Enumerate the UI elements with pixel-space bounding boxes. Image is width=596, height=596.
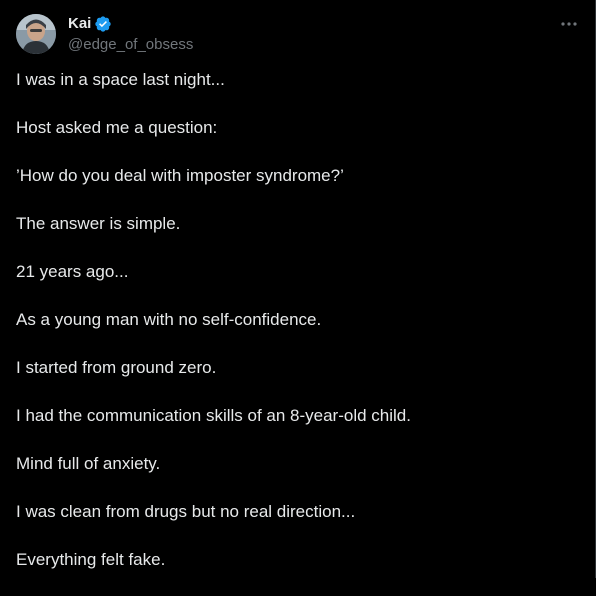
tweet-line: Mind full of anxiety.: [16, 454, 161, 473]
tweet-line: ’How do you deal with imposter syndrome?…: [16, 166, 344, 185]
tweet-line: The answer is simple.: [16, 214, 181, 233]
author-names: Kai @edge_of_obsess: [68, 14, 193, 55]
more-horizontal-icon: [561, 22, 577, 26]
avatar-image: [16, 14, 56, 54]
tweet-line: I was in a space last night...: [16, 70, 225, 89]
tweet-line: I was clean from drugs but no real direc…: [16, 502, 356, 521]
name-row: Kai: [68, 14, 193, 34]
author-display-name[interactable]: Kai: [68, 14, 91, 34]
tweet-line: I had the communication skills of an 8-y…: [16, 406, 411, 425]
tweet-line: 21 years ago...: [16, 262, 129, 281]
more-options-button[interactable]: [557, 14, 581, 34]
author-handle[interactable]: @edge_of_obsess: [68, 35, 193, 55]
tweet-line: Host asked me a question:: [16, 118, 218, 137]
avatar[interactable]: [16, 14, 56, 54]
verified-badge-icon: [94, 15, 112, 33]
tweet-card: Kai @edge_of_obsess I was in a space las…: [0, 0, 596, 578]
tweet-line: I started from ground zero.: [16, 358, 217, 377]
tweet-text: I was in a space last night... Host aske…: [16, 68, 576, 596]
tweet-line: As a young man with no self-confidence.: [16, 310, 322, 329]
tweet-line: Everything felt fake.: [16, 550, 166, 569]
tweet-header: Kai @edge_of_obsess: [16, 14, 193, 54]
